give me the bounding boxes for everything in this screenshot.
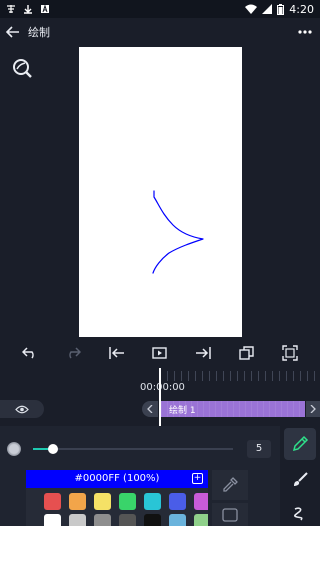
skip-to-end-button[interactable] [191, 341, 215, 365]
status-bar: 4:20 [0, 0, 320, 18]
playhead[interactable] [159, 368, 161, 426]
status-time: 4:20 [289, 2, 314, 16]
layer-button[interactable] [212, 503, 248, 526]
canvas-area [0, 46, 320, 338]
app-bar: 绘制 [0, 18, 320, 46]
undo-button[interactable] [18, 341, 42, 365]
battery-icon [277, 3, 285, 15]
app-notification-icon [7, 5, 15, 13]
layer-icon [222, 507, 238, 522]
brush-icon [294, 472, 308, 486]
pencil-icon [292, 435, 309, 452]
timeline[interactable]: 00:00:00 绘制 1 [0, 368, 320, 426]
brush-preview [7, 442, 21, 456]
current-color-label: #0000FF (100%) [74, 473, 160, 484]
color-swatch[interactable] [169, 493, 186, 510]
brush-size-value: 5 [247, 440, 271, 458]
color-swatch[interactable] [44, 493, 61, 510]
download-icon [24, 5, 32, 14]
drawing-canvas[interactable] [79, 47, 242, 337]
color-swatch[interactable] [94, 514, 111, 526]
pencil-tool-button[interactable] [284, 428, 316, 460]
chevron-left-icon [147, 405, 153, 413]
brush-tool-button[interactable] [284, 464, 316, 496]
undo-icon [21, 347, 34, 359]
zoom-fit-button[interactable] [11, 57, 33, 79]
time-readout: 00:00:00 [140, 382, 185, 393]
chevron-right-icon [310, 405, 316, 413]
back-button[interactable] [0, 18, 26, 46]
add-color-button[interactable]: + [192, 473, 203, 484]
timeline-clip[interactable]: 绘制 1 [161, 401, 305, 417]
play-button[interactable] [148, 341, 172, 365]
edit-toolbar [0, 338, 320, 368]
more-horizontal-icon [298, 30, 312, 34]
more-options-button[interactable] [290, 18, 320, 46]
redo-icon [69, 347, 82, 359]
eyedropper-icon [223, 477, 238, 492]
color-swatch[interactable] [69, 493, 86, 510]
color-swatch[interactable] [194, 493, 208, 510]
squiggle-icon [294, 507, 303, 521]
fullscreen-button[interactable] [278, 341, 302, 365]
color-swatch[interactable] [69, 514, 86, 526]
track-scroll-right[interactable] [306, 401, 320, 417]
brush-size-slider[interactable] [33, 448, 233, 450]
track-scroll-left[interactable] [142, 401, 158, 417]
wifi-icon [245, 4, 258, 14]
color-swatch[interactable] [119, 493, 136, 510]
zoom-fit-icon [13, 59, 32, 78]
page-title: 绘制 [28, 26, 50, 39]
fullscreen-icon [282, 345, 298, 361]
arrow-left-icon [6, 26, 19, 38]
color-swatch[interactable] [169, 514, 186, 526]
color-swatch[interactable] [94, 493, 111, 510]
duplicate-icon [239, 346, 254, 360]
signal-icon [262, 4, 273, 14]
eyedropper-button[interactable] [212, 470, 248, 500]
tool-column [280, 426, 320, 526]
redo-button[interactable] [61, 341, 85, 365]
blue-stroke [152, 190, 204, 274]
duplicate-frame-button[interactable] [235, 341, 259, 365]
layer-visibility-toggle[interactable] [0, 400, 44, 418]
timeline-ruler [160, 371, 320, 381]
bottom-blank [0, 526, 320, 568]
play-icon [152, 347, 167, 359]
color-swatch[interactable] [194, 514, 208, 526]
current-color-bar[interactable]: #0000FF (100%) + [26, 470, 208, 488]
eye-icon [15, 405, 29, 413]
color-swatch[interactable] [119, 514, 136, 526]
color-panel: #0000FF (100%) + [26, 470, 208, 526]
skip-to-start-button[interactable] [105, 341, 129, 365]
color-swatch[interactable] [144, 493, 161, 510]
skip-to-start-icon [108, 347, 124, 359]
app-a-icon [41, 4, 49, 13]
brush-size-slider-thumb[interactable] [48, 444, 58, 454]
skip-to-end-icon [196, 347, 212, 359]
color-swatch[interactable] [144, 514, 161, 526]
color-swatch[interactable] [44, 514, 61, 526]
